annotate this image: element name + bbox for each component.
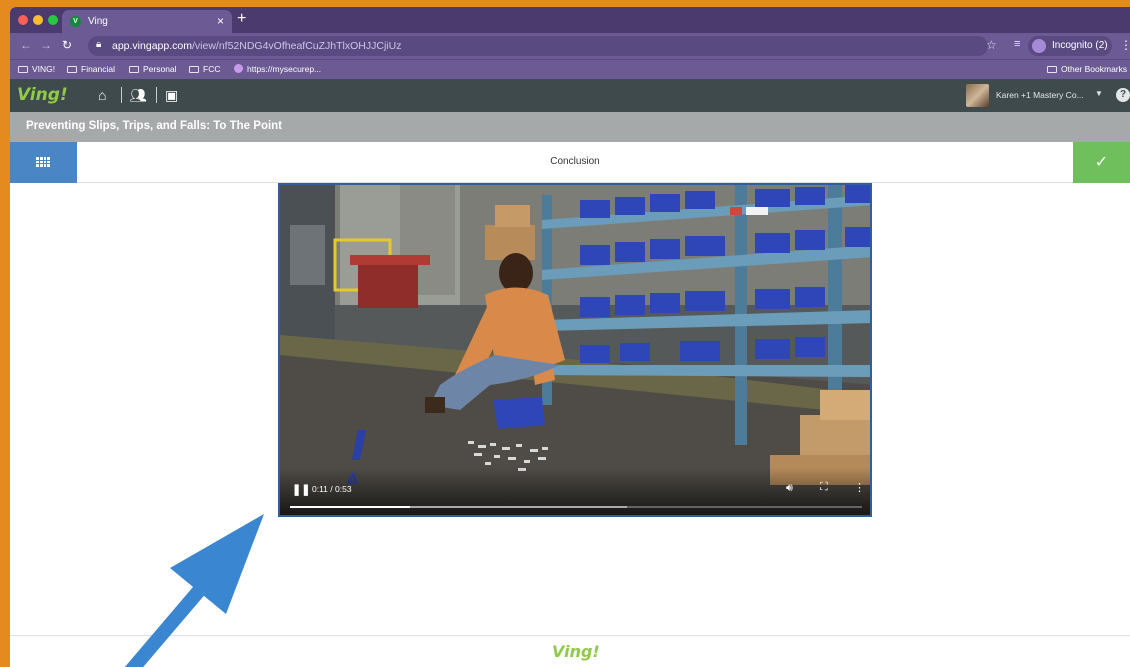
lesson-grid-button[interactable] bbox=[10, 142, 77, 183]
people-icon[interactable]: 👥︎ bbox=[129, 87, 147, 104]
address-bar[interactable]: 🔒︎ app.vingapp.com/view/nf52NDG4vOfheafC… bbox=[88, 36, 988, 56]
bookmark-personal[interactable]: Personal bbox=[129, 64, 177, 74]
minimize-window-button[interactable] bbox=[33, 15, 43, 25]
bookmark-star-icon[interactable]: ☆ bbox=[986, 38, 997, 52]
course-title: Preventing Slips, Trips, and Falls: To T… bbox=[26, 120, 283, 132]
lesson-bar: Conclusion ✓ bbox=[10, 142, 1130, 183]
user-menu-label[interactable]: Karen +1 Mastery Co... bbox=[996, 90, 1084, 100]
chevron-down-icon[interactable]: ▼ bbox=[1095, 89, 1103, 98]
incognito-icon bbox=[1032, 39, 1046, 53]
divider bbox=[156, 87, 157, 103]
browser-tab[interactable]: V Ving × bbox=[62, 10, 232, 33]
ving-logo[interactable]: Ving! bbox=[17, 85, 68, 105]
incognito-badge[interactable]: Incognito (2) bbox=[1028, 36, 1112, 56]
checkmark-icon: ✓ bbox=[1094, 154, 1109, 171]
video-controls: ❚❚ 0:11 / 0:53 🔊︎ ⛶ ⋮ bbox=[280, 467, 870, 515]
bookmarks-bar: VING! Financial Personal FCC https://mys… bbox=[10, 59, 1130, 79]
volume-icon[interactable]: 🔊︎ bbox=[786, 482, 793, 495]
folder-icon bbox=[18, 66, 28, 73]
close-window-button[interactable] bbox=[18, 15, 28, 25]
more-options-icon[interactable]: ⋮ bbox=[854, 481, 865, 494]
tab-title: Ving bbox=[88, 16, 108, 27]
maximize-window-button[interactable] bbox=[48, 15, 58, 25]
grid-icon bbox=[36, 157, 50, 167]
app-header: Ving! ⌂ 👥︎ ▣ Karen +1 Mastery Co... ▼ ? bbox=[10, 79, 1130, 112]
seek-bar[interactable] bbox=[290, 506, 862, 508]
back-arrow-icon[interactable]: ← bbox=[20, 38, 32, 52]
folder-icon bbox=[67, 66, 77, 73]
globe-icon bbox=[234, 64, 243, 73]
help-icon[interactable]: ? bbox=[1116, 88, 1130, 102]
new-tab-button[interactable]: + bbox=[237, 10, 246, 28]
forward-arrow-icon[interactable]: → bbox=[40, 38, 52, 52]
bookmark-mysecure[interactable]: https://mysecurep... bbox=[234, 64, 321, 74]
browser-window: V Ving × + ← → ↻ 🔒︎ app.vingapp.com/view… bbox=[10, 7, 1130, 667]
bookmark-fcc[interactable]: FCC bbox=[189, 64, 220, 74]
course-title-bar: Preventing Slips, Trips, and Falls: To T… bbox=[10, 112, 1130, 142]
footer: Ving! bbox=[10, 635, 1130, 667]
video-player[interactable]: Δ ❚❚ 0:11 / 0:53 🔊︎ ⛶ ⋮ bbox=[278, 183, 872, 517]
home-icon[interactable]: ⌂ bbox=[98, 87, 106, 103]
avatar[interactable] bbox=[966, 84, 989, 107]
time-display: 0:11 / 0:53 bbox=[312, 484, 352, 494]
bookmark-financial[interactable]: Financial bbox=[67, 64, 115, 74]
media-library-icon[interactable]: ▣ bbox=[165, 87, 178, 104]
progress-bar bbox=[290, 506, 411, 508]
footer-ving-logo: Ving! bbox=[552, 642, 600, 661]
other-bookmarks[interactable]: Other Bookmarks bbox=[1047, 64, 1127, 74]
reload-icon[interactable]: ↻ bbox=[62, 38, 72, 52]
reading-list-icon[interactable]: ≡ bbox=[1014, 38, 1020, 50]
lesson-title: Conclusion bbox=[550, 156, 600, 167]
divider bbox=[121, 87, 122, 103]
tab-strip: V Ving × + bbox=[10, 7, 1130, 33]
folder-icon bbox=[189, 66, 199, 73]
ving-favicon-icon: V bbox=[70, 16, 81, 27]
url-text: app.vingapp.com/view/nf52NDG4vOfheafCuZJ… bbox=[112, 40, 402, 52]
folder-icon bbox=[129, 66, 139, 73]
complete-button[interactable]: ✓ bbox=[1073, 142, 1130, 183]
close-tab-icon[interactable]: × bbox=[217, 14, 224, 28]
lock-icon: 🔒︎ bbox=[96, 39, 102, 50]
bookmark-ving[interactable]: VING! bbox=[18, 64, 55, 74]
folder-icon bbox=[1047, 66, 1057, 73]
toolbar: ← → ↻ 🔒︎ app.vingapp.com/view/nf52NDG4vO… bbox=[10, 33, 1130, 59]
browser-menu-icon[interactable]: ⋮ bbox=[1120, 38, 1130, 52]
pause-icon[interactable]: ❚❚ bbox=[292, 483, 310, 496]
fullscreen-icon[interactable]: ⛶ bbox=[820, 481, 828, 494]
